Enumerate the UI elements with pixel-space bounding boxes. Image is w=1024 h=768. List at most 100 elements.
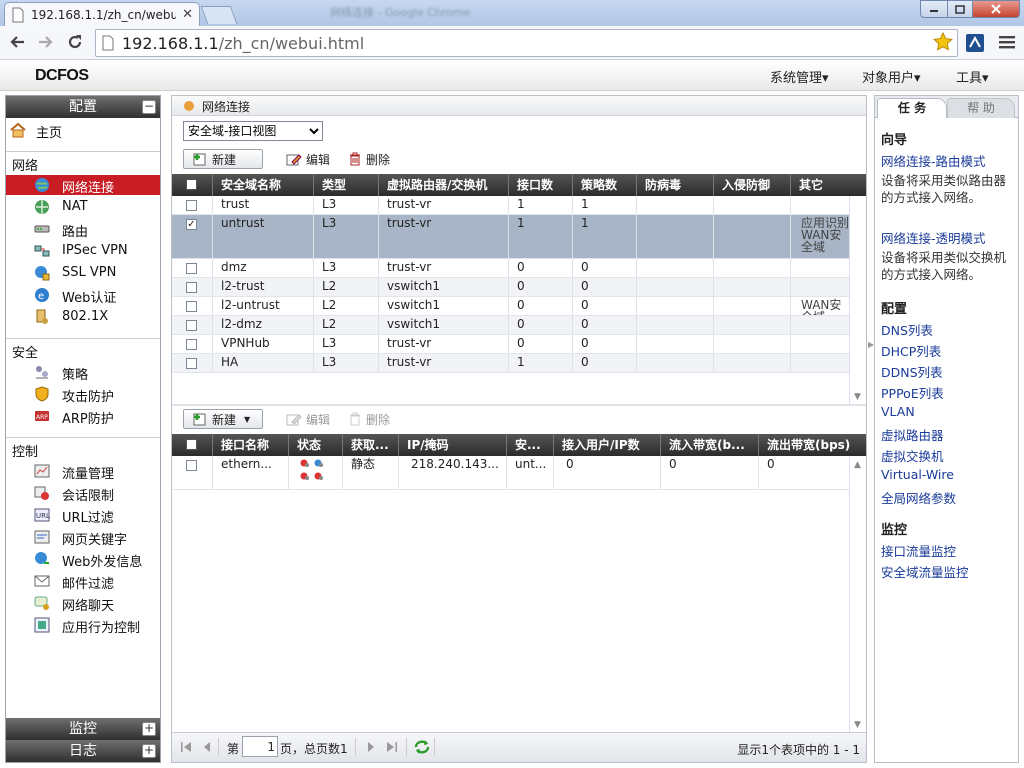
link-dhcp-list[interactable]: DHCP列表 <box>881 341 941 360</box>
close-window-button[interactable] <box>972 0 1020 18</box>
row-checkbox-cell[interactable]: ✓ <box>172 215 213 258</box>
browser-tab[interactable]: 192.168.1.1/zh_cn/webui ✕ <box>4 2 200 26</box>
forward-icon[interactable] <box>37 34 55 50</box>
col-ip-mask[interactable]: IP/掩码 <box>399 434 507 456</box>
close-tab-icon[interactable]: ✕ <box>182 7 193 22</box>
row-checkbox[interactable] <box>186 200 197 211</box>
interface-table-scrollbar[interactable]: ▲ ▼ <box>849 456 865 732</box>
select-all-checkbox[interactable] <box>186 439 197 450</box>
maximize-button[interactable] <box>947 0 973 18</box>
col-ips[interactable]: 入侵防御 <box>714 174 791 196</box>
address-bar[interactable]: 192.168.1.1/zh_cn/webui.html <box>95 29 958 57</box>
refresh-icon[interactable] <box>413 739 431 755</box>
col-obtain[interactable]: 获取... <box>343 434 399 456</box>
link-virtual-wire[interactable]: Virtual-Wire <box>881 467 954 482</box>
new-zone-button[interactable]: 新建 <box>183 149 263 169</box>
col-type[interactable]: 类型 <box>314 174 379 196</box>
table-row[interactable]: l2-untrustL2vswitch100WAN安全域 <box>172 297 849 316</box>
sidebar-item-routing[interactable]: 路由 <box>6 219 160 240</box>
col-zone[interactable]: 安... <box>507 434 554 456</box>
expand-icon[interactable]: + <box>142 744 156 758</box>
reload-icon[interactable] <box>66 33 84 51</box>
wizard-route-mode-link[interactable]: 网络连接-路由模式 <box>881 151 986 170</box>
row-checkbox[interactable] <box>186 339 197 350</box>
sidebar-item-web-auth[interactable]: e Web认证 <box>6 285 160 306</box>
sidebar-item-session-limit[interactable]: 会话限制 <box>6 483 160 504</box>
sidebar-item-url-filter[interactable]: URL URL过滤 <box>6 505 160 526</box>
select-all-checkbox[interactable] <box>186 179 197 190</box>
row-checkbox[interactable]: ✓ <box>186 219 197 230</box>
table-row[interactable]: trust L3 trust-vr 1 1 <box>172 196 849 215</box>
col-status[interactable]: 状态 <box>289 434 343 456</box>
col-users[interactable]: 接入用户/IP数 <box>554 434 661 456</box>
row-checkbox-cell[interactable] <box>172 259 213 277</box>
col-in-bandwidth[interactable]: 流入带宽(b... <box>661 434 759 456</box>
table-row[interactable]: ethern... 静态 218.240.143... unt... 0 0 0 <box>172 456 849 490</box>
view-select[interactable]: 安全域-接口视图 <box>183 121 323 141</box>
scroll-down-icon[interactable]: ▼ <box>854 720 861 730</box>
row-checkbox[interactable] <box>186 358 197 369</box>
sidebar-item-nat[interactable]: NAT <box>6 197 160 217</box>
link-virtual-router[interactable]: 虚拟路由器 <box>881 425 944 444</box>
row-checkbox[interactable] <box>186 320 197 331</box>
tab-help[interactable]: 帮 助 <box>947 98 1015 118</box>
table-row[interactable]: ✓ untrust L3 trust-vr 1 1 应用识别 WAN安全域 <box>172 215 849 259</box>
config-panel-header[interactable]: 配置 − <box>6 96 160 118</box>
menu-tools[interactable]: 工具▾ <box>956 67 989 86</box>
tab-tasks[interactable]: 任 务 <box>877 98 947 118</box>
sidebar-item-8021x[interactable]: 802.1X <box>6 307 160 327</box>
col-iface-name[interactable]: 接口名称 <box>213 434 289 456</box>
sidebar-item-mail-filter[interactable]: 邮件过滤 <box>6 571 160 592</box>
row-checkbox[interactable] <box>186 282 197 293</box>
sidebar-item-attack-defense[interactable]: 攻击防护 <box>6 384 160 405</box>
link-zone-traffic-monitor[interactable]: 安全域流量监控 <box>881 562 969 581</box>
table-row[interactable]: l2-trust L2 vswitch1 0 0 <box>172 278 849 297</box>
row-checkbox-cell[interactable] <box>172 297 213 315</box>
zone-table-scrollbar[interactable]: ▼ <box>849 196 865 404</box>
minimize-button[interactable] <box>920 0 948 18</box>
row-checkbox[interactable] <box>186 263 197 274</box>
sidebar-item-arp-defense[interactable]: ARP ARP防护 <box>6 406 160 427</box>
col-other[interactable]: 其它 <box>791 174 866 196</box>
first-page-icon[interactable] <box>180 741 192 753</box>
row-checkbox[interactable] <box>186 301 197 312</box>
sidebar-item-web-outbound[interactable]: Web外发信息 <box>6 549 160 570</box>
sidebar-item-ipsec-vpn[interactable]: IPSec VPN <box>6 241 160 261</box>
row-checkbox-cell[interactable] <box>172 316 213 334</box>
col-antivirus[interactable]: 防病毒 <box>637 174 714 196</box>
col-policy-count[interactable]: 策略数 <box>573 174 637 196</box>
edit-interface-button[interactable]: 编辑 <box>286 409 330 429</box>
row-checkbox-cell[interactable] <box>172 456 213 489</box>
next-page-icon[interactable] <box>366 741 376 753</box>
link-pppoe-list[interactable]: PPPoE列表 <box>881 383 944 402</box>
menu-object-users[interactable]: 对象用户▾ <box>862 67 921 86</box>
scroll-up-icon[interactable]: ▲ <box>854 460 861 470</box>
wizard-transparent-mode-link[interactable]: 网络连接-透明模式 <box>881 228 986 247</box>
menu-system-management[interactable]: 系统管理▾ <box>770 67 829 86</box>
delete-interface-button[interactable]: 删除 <box>348 409 390 429</box>
back-icon[interactable] <box>8 34 26 50</box>
row-checkbox-cell[interactable] <box>172 354 213 372</box>
bookmark-star-icon[interactable] <box>933 32 953 52</box>
scroll-down-icon[interactable]: ▼ <box>854 392 861 402</box>
sidebar-item-web-keyword[interactable]: 网页关键字 <box>6 527 160 548</box>
link-ddns-list[interactable]: DDNS列表 <box>881 362 943 381</box>
table-row[interactable]: dmz L3 trust-vr 0 0 <box>172 259 849 278</box>
row-checkbox-cell[interactable] <box>172 278 213 296</box>
col-zone-name[interactable]: 安全域名称 <box>213 174 314 196</box>
col-vrouter[interactable]: 虚拟路由器/交换机 <box>379 174 509 196</box>
row-checkbox[interactable] <box>186 460 197 471</box>
link-dns-list[interactable]: DNS列表 <box>881 320 933 339</box>
delete-zone-button[interactable]: 删除 <box>348 149 390 169</box>
table-row[interactable]: l2-dmz L2 vswitch1 0 0 <box>172 316 849 335</box>
last-page-icon[interactable] <box>386 741 398 753</box>
sidebar-item-home[interactable]: 主页 <box>6 120 160 141</box>
row-checkbox-cell[interactable] <box>172 196 213 214</box>
col-out-bandwidth[interactable]: 流出带宽(bps) <box>759 434 866 456</box>
col-iface-count[interactable]: 接口数 <box>509 174 573 196</box>
sidebar-item-ssl-vpn[interactable]: SSL VPN <box>6 263 160 283</box>
new-tab-button[interactable] <box>200 6 238 24</box>
edit-zone-button[interactable]: 编辑 <box>286 149 330 169</box>
sidebar-item-app-behavior[interactable]: 应用行为控制 <box>6 615 160 636</box>
page-number-input[interactable]: 1 <box>242 736 278 757</box>
